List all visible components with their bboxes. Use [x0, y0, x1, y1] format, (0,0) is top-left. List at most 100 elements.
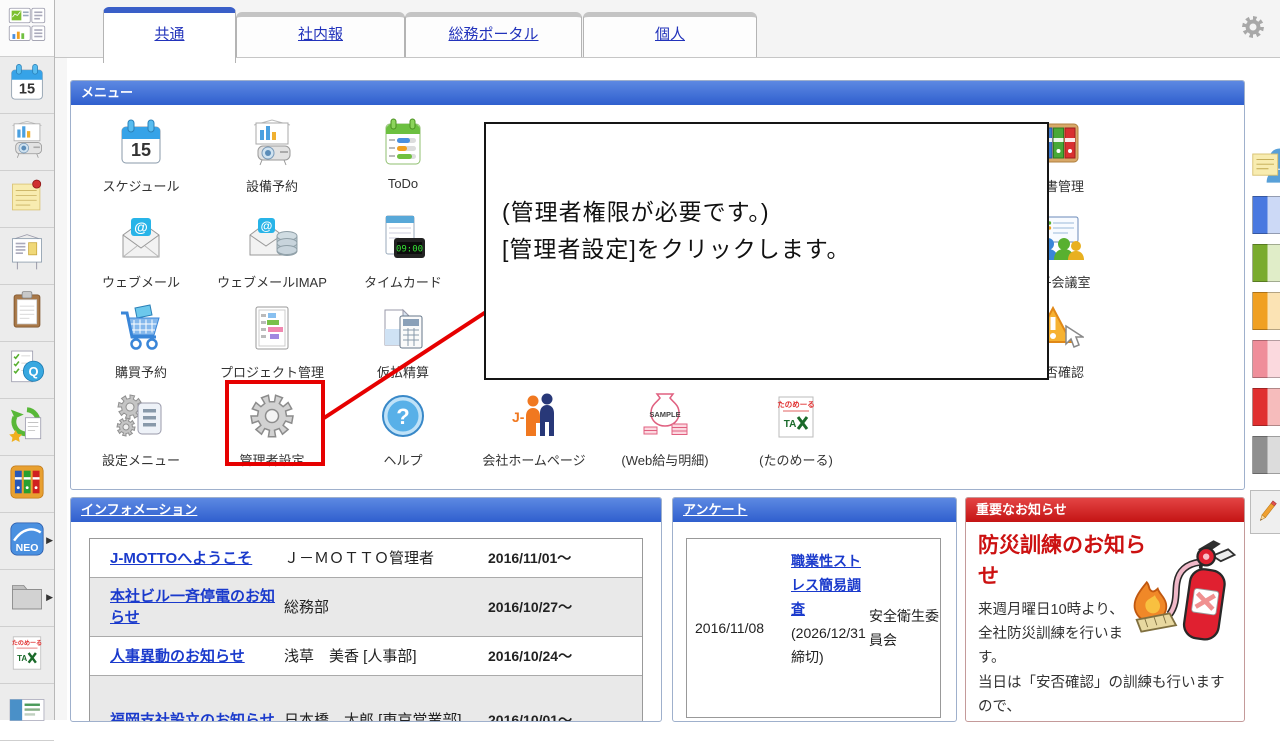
sidebar-item-tanomeru[interactable]: たのめーるTA [0, 627, 54, 684]
app-sidebar: 15QNEO▶▶たのめーるTA [0, 0, 55, 720]
information-row: 福岡支社設立のお知らせ日本橋 太郎 [東京営業部]2016/10/01～ [90, 676, 642, 722]
information-header: インフォメーション [71, 498, 661, 522]
notice-body-2: 当日は「安否確認」の訓練も行いますので、 [978, 671, 1236, 719]
fire-extinguisher-clipart [1112, 528, 1240, 653]
tab-personal[interactable]: 個人 [583, 12, 757, 57]
settings-gear-icon[interactable] [1240, 14, 1266, 40]
menu-item-timecard[interactable]: 09:00 タイムカード [342, 213, 464, 291]
info-title-cell: J-MOTTOへようこそ [90, 539, 280, 577]
important-notice-header: 重要なお知らせ [966, 498, 1244, 522]
menu-item-schedule[interactable]: 15スケジュール [80, 117, 202, 195]
info-title-link[interactable]: 人事異動のお知らせ [110, 646, 245, 667]
webmail-icon: @ [80, 213, 202, 270]
info-author: Ｊ－ＭＯＴＴＯ管理者 [280, 539, 488, 577]
survey-link-cell: 職業性ストレス簡易調査 (2026/12/31締切) [791, 539, 869, 717]
info-title-cell: 本社ビル一斉停電のお知らせ [90, 578, 280, 636]
web-payslip-icon: SAMPLE [604, 391, 726, 448]
sidebar-item-portal-layout[interactable] [0, 0, 54, 57]
menu-item-label: スケジュール [80, 176, 202, 195]
sidebar-item-banner[interactable] [0, 684, 54, 741]
facility-reservation-icon [211, 117, 333, 174]
menu-item-tanomeru[interactable]: たのめーるTA(たのめーる) [735, 391, 857, 469]
info-date: 2016/11/01～ [488, 539, 638, 577]
sidebar-item-document-management[interactable] [0, 456, 54, 513]
project-management-icon [211, 303, 333, 360]
menu-item-label: 設備予約 [211, 176, 333, 195]
info-author: 浅草 美香 [人事部] [280, 637, 488, 675]
menu-item-todo[interactable]: ToDo [342, 117, 464, 191]
menu-item-web-payslip[interactable]: SAMPLE (Web給与明細) [604, 391, 726, 469]
expand-arrow-icon[interactable]: ▶ [46, 535, 53, 546]
qa-search-icon: Q [6, 347, 48, 394]
info-date: 2016/10/24～ [488, 637, 638, 675]
folder-icon [6, 575, 48, 622]
timecard-icon: 09:00 [342, 213, 464, 270]
menu-item-purchase-reservation[interactable]: 購買予約 [80, 303, 202, 381]
tab-general-affairs-portal[interactable]: 総務ポータル [405, 12, 582, 57]
color-swatch-2[interactable] [1252, 244, 1280, 282]
information-row: 人事異動のお知らせ 浅草 美香 [人事部]2016/10/24～ [90, 637, 642, 676]
sidebar-item-todo-list[interactable] [0, 285, 54, 342]
tab-common[interactable]: 共通 [103, 7, 236, 63]
color-swatch-1[interactable] [1252, 196, 1280, 234]
menu-item-label: (Web給与明細) [604, 450, 726, 469]
menu-item-label: 購買予約 [80, 362, 202, 381]
todo-list-icon [6, 290, 48, 337]
menu-item-webmail-imap[interactable]: @ウェブメールIMAP [211, 213, 333, 291]
color-swatch-6[interactable] [1252, 436, 1280, 474]
survey-title-link[interactable]: アンケート [683, 502, 747, 517]
document-management-icon [6, 461, 48, 508]
menu-item-label: ウェブメールIMAP [211, 272, 333, 291]
survey-header: アンケート [673, 498, 956, 522]
annotation-line-2: [管理者設定]をクリックします。 [502, 231, 1047, 268]
important-notice-title: 重要なお知らせ [976, 502, 1067, 517]
menu-item-settings-menu[interactable]: 設定メニュー [80, 391, 202, 469]
edit-pencil-icon[interactable] [1250, 490, 1280, 534]
sidebar-item-workflow[interactable] [0, 399, 54, 456]
menu-item-project-management[interactable]: プロジェクト管理 [211, 303, 333, 381]
info-title-link[interactable]: 福岡支社設立のお知らせ [110, 710, 275, 723]
color-swatch-3[interactable] [1252, 292, 1280, 330]
menu-item-label: タイムカード [342, 272, 464, 291]
sidebar-item-memo[interactable] [0, 171, 54, 228]
sidebar-item-bulletin-board[interactable] [0, 228, 54, 285]
menu-item-provisional-payment[interactable]: 仮払精算 [342, 303, 464, 381]
info-title-link[interactable]: 本社ビル一斉停電のお知らせ [110, 586, 276, 628]
menu-item-help[interactable]: ?ヘルプ [342, 391, 464, 469]
survey-deadline: (2026/12/31締切) [791, 625, 866, 665]
workflow-icon [6, 404, 48, 451]
menu-item-label: (たのめーる) [735, 450, 857, 469]
sidebar-item-schedule[interactable]: 15 [0, 57, 54, 114]
menu-panel-header: メニュー [71, 81, 1244, 105]
tanomeru-icon: たのめーるTA [6, 632, 48, 679]
help-icon: ? [342, 391, 464, 448]
sidebar-item-folder[interactable]: ▶ [0, 570, 54, 627]
menu-item-company-homepage[interactable]: J- 会社ホームページ [473, 391, 595, 469]
info-title-cell: 福岡支社設立のお知らせ [90, 676, 280, 722]
sidebar-item-qa-search[interactable]: Q [0, 342, 54, 399]
info-date: 2016/10/01～ [488, 676, 638, 722]
menu-item-label: ToDo [342, 176, 464, 191]
info-author: 日本橋 太郎 [東京営業部] [280, 676, 488, 722]
survey-link[interactable]: 職業性ストレス簡易調査 [791, 553, 861, 617]
color-swatch-5[interactable] [1252, 388, 1280, 426]
tab-label: 共通 [154, 26, 184, 43]
color-swatch-4[interactable] [1252, 340, 1280, 378]
expand-arrow-icon[interactable]: ▶ [46, 592, 53, 603]
purchase-reservation-icon [80, 303, 202, 360]
menu-item-webmail[interactable]: @ウェブメール [80, 213, 202, 291]
svg-text:TA: TA [17, 654, 27, 663]
menu-item-label: 会社ホームページ [473, 450, 595, 469]
tab-company-news[interactable]: 社内報 [236, 12, 405, 57]
info-title-link[interactable]: J-MOTTOへようこそ [110, 548, 252, 569]
sidebar-item-desknets-neo[interactable]: NEO▶ [0, 513, 54, 570]
menu-item-facility-reservation[interactable]: 設備予約 [211, 117, 333, 195]
svg-text:たのめーる: たのめーる [777, 399, 815, 409]
survey-row: 2016/11/08 職業性ストレス簡易調査(2026/12/31締切) 安全衛… [686, 538, 941, 718]
sidebar-item-facility-reservation[interactable] [0, 114, 54, 171]
information-title-link[interactable]: インフォメーション [81, 502, 197, 517]
notice-body-1: 来週月曜日10時より、全社防災訓練を行います。 [978, 598, 1130, 670]
note-person-icon[interactable] [1250, 142, 1280, 195]
company-homepage-icon: J- [473, 391, 595, 448]
fire-extinguisher-image [1112, 528, 1240, 658]
